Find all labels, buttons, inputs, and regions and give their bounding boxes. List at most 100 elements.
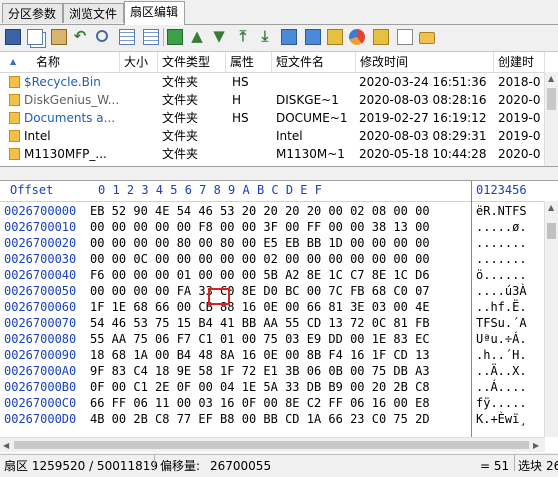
down-icon[interactable]: ▼ [211, 29, 227, 45]
row-bytes[interactable]: 55 AA 75 06 F7 C1 01 00 75 03 E9 DD 00 1… [90, 331, 430, 347]
bookmark-icon[interactable] [281, 29, 297, 45]
file-row[interactable]: Intel 文件夹 Intel 2020-08-03 08:29:31 2019… [0, 127, 545, 145]
file-created: 2018-0 [498, 75, 541, 89]
row-bytes[interactable]: 00 00 0C 00 00 00 00 00 02 00 00 00 00 0… [90, 251, 430, 267]
row-bytes[interactable]: EB 52 90 4E 54 46 53 20 20 20 20 00 02 0… [90, 203, 430, 219]
scroll-thumb[interactable] [14, 441, 529, 449]
row-ascii[interactable]: ö...... [476, 267, 527, 283]
hex-horizontal-scrollbar[interactable]: ◀ ▶ [0, 437, 545, 452]
doc-icon[interactable] [397, 29, 413, 45]
row-ascii[interactable]: ....... [476, 251, 527, 267]
row-ascii[interactable]: ....... [476, 235, 527, 251]
row-bytes[interactable]: 18 68 1A 00 B4 48 8A 16 0E 00 8B F4 16 1… [90, 347, 430, 363]
prev-icon[interactable]: ⤒ [235, 29, 251, 45]
file-name: Documents a... [24, 111, 116, 125]
file-type: 文件夹 [162, 147, 199, 161]
file-modified: 2019-02-27 16:19:12 [359, 111, 487, 125]
file-modified: 2020-08-03 08:28:16 [359, 93, 487, 107]
find-next-icon[interactable] [119, 29, 135, 45]
grid-icon[interactable] [143, 29, 159, 45]
row-ascii[interactable]: ..hf.Ë. [476, 299, 527, 315]
file-row[interactable]: $Recycle.Bin 文件夹 HS 2020-03-24 16:51:36 … [0, 73, 545, 91]
file-name: Intel [24, 129, 51, 143]
tab-sector-edit[interactable]: 扇区编辑 [124, 1, 185, 25]
scroll-right-icon[interactable]: ▶ [533, 441, 539, 450]
row-ascii[interactable]: ..Á.... [476, 379, 527, 395]
file-type: 文件夹 [162, 129, 199, 143]
file-attr: H [232, 93, 242, 107]
file-short-name: Intel [276, 129, 303, 143]
tab-browse-files[interactable]: 浏览文件 [63, 3, 124, 23]
color-icon[interactable] [305, 29, 321, 45]
folder-icon [9, 148, 20, 160]
col-header-short-name[interactable]: 短文件名 [272, 52, 356, 72]
row-offset: 0026700020 [4, 236, 77, 250]
row-ascii[interactable]: fÿ..... [476, 395, 527, 411]
paste-icon[interactable] [51, 29, 67, 45]
file-row[interactable]: Documents a... 文件夹 HS DOCUME~1 2019-02-2… [0, 109, 545, 127]
row-bytes[interactable]: 1F 1E 68 66 00 CB 88 16 0E 00 66 81 3E 0… [90, 299, 430, 315]
tools-icon[interactable] [327, 29, 343, 45]
undo-icon[interactable]: ↶ [72, 29, 88, 45]
tab-partition-params[interactable]: 分区参数 [2, 3, 63, 23]
scroll-up-icon[interactable]: ▲ [548, 74, 554, 83]
file-created: 2019-0 [498, 129, 541, 143]
row-bytes[interactable]: 9F 83 C4 18 9E 58 1F 72 E1 3B 06 0B 00 7… [90, 363, 430, 379]
row-ascii[interactable]: .....ø. [476, 219, 527, 235]
row-bytes[interactable]: 0F 00 C1 2E 0F 00 04 1E 5A 33 DB B9 00 2… [90, 379, 430, 395]
copy-icon[interactable] [27, 29, 43, 45]
folder-icon [9, 94, 20, 106]
folder-icon[interactable] [419, 32, 435, 44]
row-ascii[interactable]: ..Ä..X. [476, 363, 527, 379]
row-ascii[interactable]: Uªu.÷Á. [476, 331, 527, 347]
row-ascii[interactable]: ....ú3À [476, 283, 527, 299]
col-header-name[interactable]: 名称 [32, 52, 120, 72]
row-bytes[interactable]: F6 00 00 00 01 00 00 00 5B A2 8E 1C C7 8… [90, 267, 430, 283]
splitter[interactable] [0, 167, 558, 180]
row-bytes[interactable]: 4B 00 2B C8 77 EF B8 00 BB CD 1A 66 23 C… [90, 411, 430, 427]
row-ascii[interactable]: TFSu.´A [476, 315, 527, 331]
file-short-name: DISKGE~1 [276, 93, 339, 107]
up-icon[interactable]: ▲ [189, 29, 205, 45]
row-bytes[interactable]: 54 46 53 75 15 B4 41 BB AA 55 CD 13 72 0… [90, 315, 430, 331]
hex-editor[interactable]: Offset 0 1 2 3 4 5 6 7 8 9 A B C D E F 0… [0, 180, 558, 453]
col-header-size[interactable]: 大小 [120, 52, 158, 72]
row-ascii[interactable]: K.+Èwï¸ [476, 411, 527, 427]
row-bytes[interactable]: 00 00 00 00 80 00 80 00 E5 EB BB 1D 00 0… [90, 235, 430, 251]
scroll-left-icon[interactable]: ◀ [3, 441, 9, 450]
col-header-created[interactable]: 创建时 [494, 52, 545, 72]
file-type: 文件夹 [162, 93, 199, 107]
scroll-up-icon[interactable]: ▲ [548, 203, 554, 212]
tools-icon[interactable] [373, 29, 389, 45]
scroll-thumb[interactable] [547, 88, 556, 110]
col-header-type[interactable]: 文件类型 [158, 52, 226, 72]
file-list-scrollbar[interactable]: ▲ [544, 72, 558, 166]
toolbar: ↶ ▲ ▼ ⤒ ⤓ [0, 25, 558, 52]
hex-vertical-scrollbar[interactable]: ▲ [544, 201, 558, 437]
row-bytes[interactable]: 66 FF 06 11 00 03 16 0F 00 8E C2 FF 06 1… [90, 395, 430, 411]
next-icon[interactable]: ⤓ [257, 29, 273, 45]
file-row[interactable]: M1130MFP_... 文件夹 M1130M~1 2020-05-18 10:… [0, 145, 545, 163]
col-header-attr[interactable]: 属性 [226, 52, 272, 72]
row-bytes[interactable]: 00 00 00 00 00 F8 00 00 3F 00 FF 00 00 3… [90, 219, 430, 235]
row-bytes[interactable]: 00 00 00 00 FA 33 C0 8E D0 BC 00 7C FB 6… [90, 283, 430, 299]
sort-up-icon[interactable]: ▲ [10, 57, 16, 66]
goto-icon[interactable] [167, 29, 183, 45]
file-modified: 2020-05-18 10:44:28 [359, 147, 487, 161]
file-created: 2020-0 [498, 147, 541, 161]
toolbar-separator [163, 28, 164, 46]
selection-label: 选块 [518, 459, 543, 473]
folder-icon [9, 112, 20, 124]
row-offset: 0026700060 [4, 300, 77, 314]
save-icon[interactable] [5, 29, 21, 45]
file-row[interactable]: DiskGenius_W... 文件夹 H DISKGE~1 2020-08-0… [0, 91, 545, 109]
folder-icon [9, 76, 20, 88]
row-ascii[interactable]: ëR.NTFS [476, 203, 527, 219]
col-header-modified[interactable]: 修改时间 [356, 52, 494, 72]
file-name: DiskGenius_W... [24, 93, 118, 107]
search-icon[interactable] [96, 30, 108, 42]
sector-position: 扇区 1259520 / 50011819 [4, 459, 159, 473]
scroll-thumb[interactable] [547, 223, 556, 239]
pie-icon[interactable] [349, 29, 365, 45]
row-ascii[interactable]: .h..´H. [476, 347, 527, 363]
